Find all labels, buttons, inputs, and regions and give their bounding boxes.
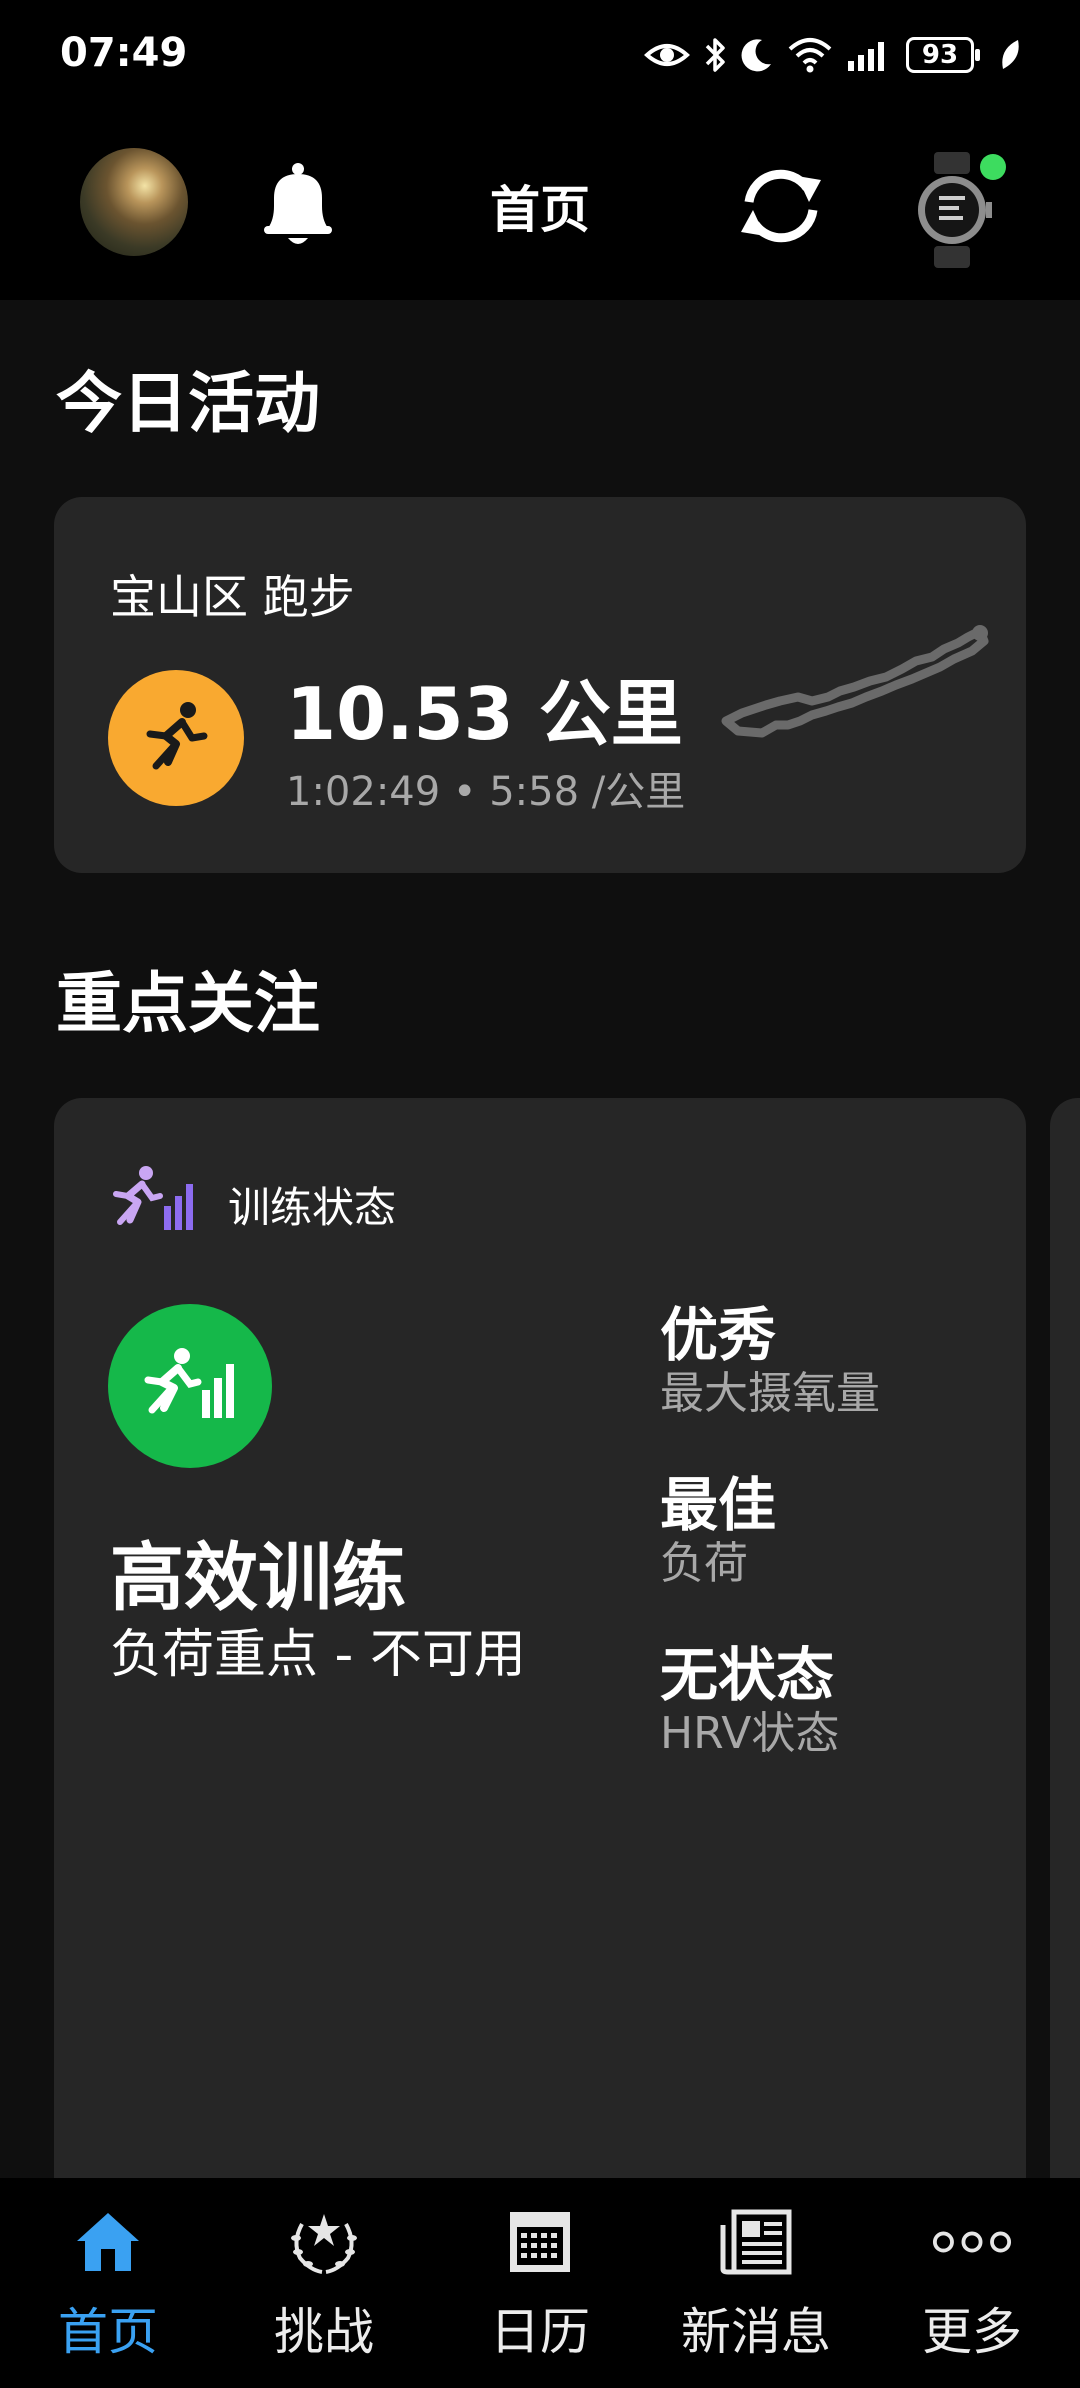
- metric-label: HRV状态: [660, 1707, 840, 1759]
- nav-label: 日历: [490, 2303, 590, 2361]
- training-status-icon: [113, 1166, 193, 1230]
- battery-indicator: 93: [906, 37, 980, 73]
- activity-stats: 1:02:49 • 5:58 /公里: [286, 769, 686, 815]
- laurel-icon: [291, 2214, 357, 2274]
- nav-label: 更多: [922, 2303, 1022, 2361]
- training-status-card[interactable]: 训练状态 高效训练 负荷重点 - 不可用 优秀 最大摄氧量 最佳 负荷 无状态 …: [54, 1098, 1026, 2218]
- nav-label: 挑战: [274, 2303, 374, 2361]
- nav-label: 首页: [58, 2303, 158, 2361]
- nav-item-challenges[interactable]: 挑战: [216, 2202, 432, 2372]
- nav-label: 新消息: [681, 2303, 831, 2361]
- news-icon: [720, 2209, 792, 2275]
- more-icon: [932, 2231, 1012, 2253]
- productive-training-icon: [144, 1348, 234, 1418]
- focus-section-title: 重点关注: [56, 965, 320, 1042]
- metric-value: 优秀: [660, 1301, 777, 1369]
- eye-icon: [644, 44, 690, 66]
- wifi-icon: [788, 38, 832, 73]
- metric-value: 无状态: [660, 1641, 835, 1709]
- nav-item-home[interactable]: 首页: [0, 2202, 216, 2372]
- sync-icon: [741, 169, 821, 243]
- leaf-icon: [1002, 40, 1019, 69]
- signal-icon: [848, 42, 884, 71]
- top-bar: 首页: [0, 110, 1080, 300]
- training-status-badge: [108, 1304, 272, 1468]
- next-card-peek[interactable]: [1050, 1098, 1080, 2218]
- nav-item-newsfeed[interactable]: 新消息: [648, 2202, 864, 2372]
- activity-card[interactable]: 宝山区 跑步 10.53 公里 1:02:49 • 5:58 /公里: [54, 497, 1026, 873]
- metric-hrv: 无状态 HRV状态: [660, 1642, 839, 1759]
- sync-button[interactable]: [735, 160, 827, 252]
- home-icon: [77, 2213, 139, 2271]
- activity-location: 宝山区 跑步: [110, 570, 355, 624]
- status-bar: 07:49 93: [0, 0, 1080, 110]
- metric-value: 最佳: [660, 1471, 777, 1539]
- metric-label: 最大摄氧量: [660, 1367, 880, 1419]
- nav-item-calendar[interactable]: 日历: [432, 2202, 648, 2372]
- status-icons: 93: [644, 30, 1022, 80]
- activity-type-badge: [108, 670, 244, 806]
- metric-vo2max: 优秀 最大摄氧量: [660, 1302, 880, 1419]
- training-status-value: 高效训练: [110, 1535, 406, 1621]
- running-icon: [146, 702, 208, 770]
- status-time: 07:49: [60, 30, 188, 76]
- moon-icon: [741, 39, 771, 72]
- route-map-thumbnail: [721, 625, 989, 738]
- metric-label: 负荷: [660, 1537, 748, 1589]
- bottom-nav: 首页 挑战 日历 新消息 更多: [0, 2178, 1080, 2388]
- calendar-icon: [510, 2212, 570, 2272]
- bluetooth-icon: [705, 38, 725, 72]
- metric-load: 最佳 负荷: [660, 1472, 776, 1589]
- activity-distance: 10.53 公里: [286, 672, 683, 756]
- nav-item-more[interactable]: 更多: [864, 2202, 1080, 2372]
- device-connected-dot: [980, 154, 1006, 180]
- today-section-title: 今日活动: [56, 365, 320, 442]
- device-button[interactable]: [906, 150, 1006, 270]
- training-status-sub: 负荷重点 - 不可用: [110, 1625, 526, 1685]
- card-title: 训练状态: [228, 1183, 397, 1232]
